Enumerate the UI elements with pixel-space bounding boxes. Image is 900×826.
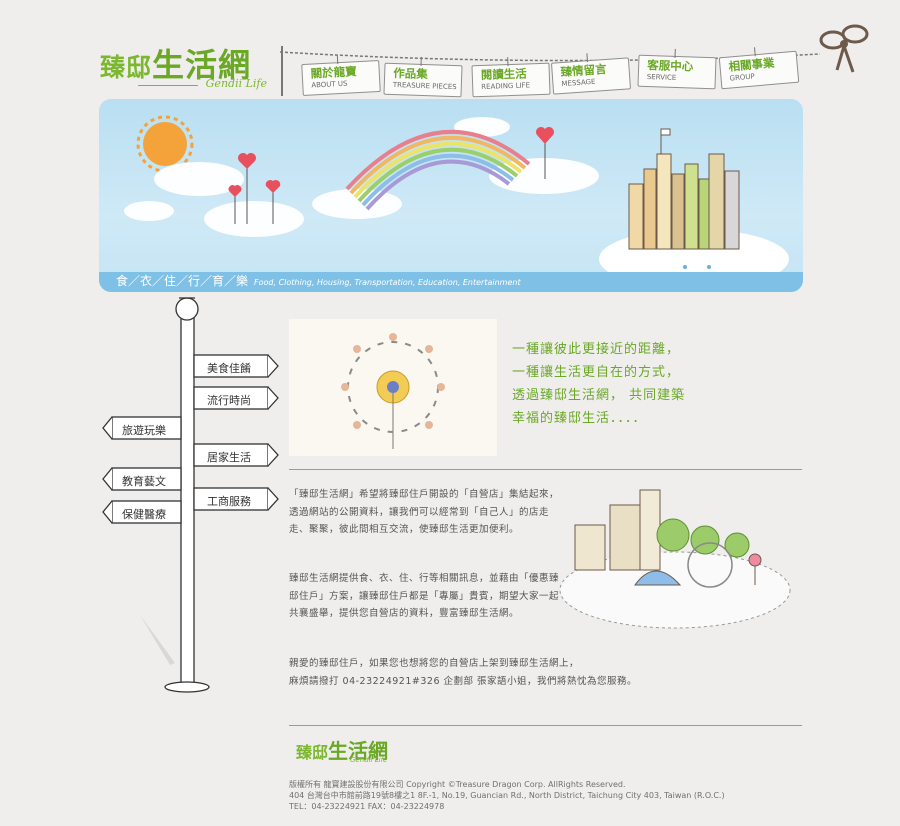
sun-icon <box>136 115 194 173</box>
contact-paragraph: 親愛的臻邸住戶，如果您也想將您的自營店上架到臻邸生活網上， 麻煩請撥打 04-2… <box>289 655 649 690</box>
nav-pin <box>336 55 339 65</box>
footer-logo-part1: 臻邸 <box>296 743 329 762</box>
logo-title-part1: 臻邸 <box>100 53 153 82</box>
contact-line: 麻煩請撥打 04-23224921#326 企劃部 張家語小姐，我們將熱忱為您服… <box>289 675 638 687</box>
city-buildings-icon <box>628 128 740 250</box>
copyright-line: 版權所有 龍寶建設股份有限公司 Copyright ©Treasure Drag… <box>289 780 626 789</box>
site-logo[interactable]: 臻邸生活網 Gendii Life <box>100 40 275 95</box>
sign-travel[interactable]: 旅遊玩樂 <box>122 422 166 438</box>
page: 臻邸生活網 Gendii Life 關於龍寶 ABOUT US 作品集 TREA… <box>0 0 900 826</box>
footer-info: 版權所有 龍寶建設股份有限公司 Copyright ©Treasure Drag… <box>289 779 725 812</box>
sign-business[interactable]: 工商服務 <box>207 493 251 509</box>
contact-line: 親愛的臻邸住戶，如果您也想將您的自營店上架到臻邸生活網上， <box>289 658 580 669</box>
nav-label-zh: 客服中心 <box>646 57 694 74</box>
nav-pin <box>507 57 509 67</box>
category-signpost: 美食佳餚 流行時尚 旅遊玩樂 居家生活 教育藝文 工商服務 保健醫療 <box>100 295 280 695</box>
nav-label-zh: 作品集 <box>392 65 428 82</box>
slogan-text: 一種讓彼此更接近的距離， 一種讓生活更自在的方式， 透過臻邸生活網， 共同建築 … <box>512 338 685 430</box>
nav-pin <box>674 48 676 58</box>
phone-line: TEL：04-23224921 FAX：04-23224978 <box>289 802 445 811</box>
footer-logo-subtitle: Gendii Life <box>350 756 388 764</box>
banner-caption-zh: 食／衣／住／行／育／樂 <box>116 274 249 288</box>
sign-food[interactable]: 美食佳餚 <box>207 360 251 376</box>
intro-paragraph: 「臻邸生活網」希望將臻邸住戶開設的「自營店」集結起來，透過網站的公開資料，讓我們… <box>289 489 560 535</box>
banner-caption: 食／衣／住／行／育／樂 Food, Clothing, Housing, Tran… <box>116 272 521 289</box>
banner-illustration <box>124 115 789 289</box>
hero-banner: 食／衣／住／行／育／樂 Food, Clothing, Housing, Tran… <box>99 99 803 292</box>
nav-pin <box>586 53 589 63</box>
info-paragraph: 臻邸生活網提供食、衣、住、行等相關訊息，並藉由「優惠臻邸住戶」方案，讓臻邸住戶都… <box>289 573 560 619</box>
divider <box>289 469 802 470</box>
sign-home-living[interactable]: 居家生活 <box>207 449 251 465</box>
town-illustration <box>559 489 791 629</box>
rope-knot-icon <box>819 24 869 73</box>
nav-reading-life[interactable]: 閱讀生活 READING LIFE <box>471 57 551 98</box>
community-illustration <box>289 319 497 456</box>
nav-about-us[interactable]: 關於龍寶 ABOUT US <box>301 55 381 97</box>
slogan-line: 幸福的臻邸生活．．．． <box>512 411 647 426</box>
people-circle-illustration <box>341 333 445 449</box>
address-line: 404 台灣台中市館前路19號8樓之1 8F.-1, No.19, Guanci… <box>289 791 725 800</box>
sign-healthcare[interactable]: 保健醫療 <box>122 506 166 522</box>
nav-message[interactable]: 臻情留言 MESSAGE <box>550 53 632 95</box>
footer-divider <box>289 725 802 726</box>
slogan-line: 透過臻邸生活網， 共同建築 <box>512 388 686 403</box>
nav-label-en: TREASURE PIECES <box>392 80 457 92</box>
nav-label-en: SERVICE <box>646 72 677 82</box>
nav-service[interactable]: 客服中心 SERVICE <box>637 48 717 90</box>
nav-label-en: READING LIFE <box>481 81 531 92</box>
nav-treasure-pieces[interactable]: 作品集 TREASURE PIECES <box>383 56 463 98</box>
signpost-illustration <box>102 297 279 693</box>
sign-fashion[interactable]: 流行時尚 <box>207 392 251 408</box>
logo-subtitle: Gendii Life <box>205 77 267 90</box>
banner-caption-en: Food, Clothing, Housing, Transportation,… <box>254 278 521 287</box>
sign-education[interactable]: 教育藝文 <box>122 473 166 489</box>
nav-label-zh: 閱讀生活 <box>480 66 528 83</box>
slogan-line: 一種讓生活更自在的方式， <box>512 365 681 380</box>
main-nav: 關於龍寶 ABOUT US 作品集 TREASURE PIECES 閱讀生活 R… <box>300 47 820 98</box>
logo-underline <box>138 85 198 86</box>
nav-pin <box>420 56 422 66</box>
slogan-line: 一種讓彼此更接近的距離， <box>512 342 681 357</box>
nav-group[interactable]: 相關事業 GROUP <box>718 47 800 90</box>
